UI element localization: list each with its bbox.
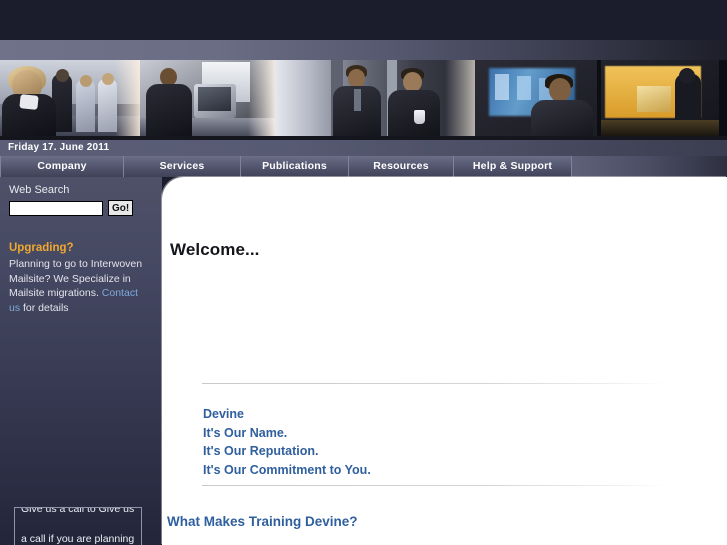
main-content-panel: Welcome... Devine It's Our Name. It's Ou… <box>162 177 727 545</box>
page-title: Welcome... <box>170 240 260 259</box>
banner-photo-man-at-monitor <box>140 60 275 136</box>
banner-photo-strip <box>0 60 727 136</box>
web-search-label: Web Search <box>9 184 70 196</box>
nav-item-resources[interactable]: Resources <box>349 156 454 177</box>
left-sidebar: Web Search Go! Upgrading? Planning to go… <box>0 177 162 545</box>
banner-image <box>0 40 727 140</box>
divider-bottom <box>202 485 667 486</box>
nav-item-services[interactable]: Services <box>124 156 241 177</box>
nav-item-help-and-support[interactable]: Help & Support <box>454 156 572 177</box>
nav-item-label: Resources <box>373 160 429 172</box>
tagline-line-1: Devine <box>203 407 244 421</box>
testimonial-box: Give us a call to Give us a call if you … <box>14 507 142 545</box>
nav-item-label: Company <box>37 160 87 172</box>
banner-photo-man-by-window <box>475 60 727 136</box>
testimonial-text: Give us a call to Give us a call if you … <box>15 507 141 545</box>
tagline-line-3: It's Our Reputation. <box>203 444 319 458</box>
date-bar: Friday 17. June 2011 <box>0 140 727 156</box>
tagline-line-4: It's Our Commitment to You. <box>203 462 371 477</box>
testimonial-clipped-line: Give us a call to Give us <box>21 507 135 515</box>
contact-us-tail: for details <box>20 301 69 314</box>
search-go-button[interactable]: Go! <box>108 200 134 216</box>
divider-top <box>202 383 667 384</box>
upgrading-heading: Upgrading? <box>9 242 74 254</box>
section-subheading: What Makes Training Devine? <box>167 514 358 529</box>
search-input[interactable] <box>9 200 103 216</box>
main-navigation: Company Services Publications Resources … <box>0 156 727 177</box>
tagline-line-2: It's Our Name. <box>203 425 288 440</box>
banner-photo-two-businessmen <box>275 60 475 136</box>
nav-item-label: Publications <box>262 160 327 172</box>
nav-item-label: Services <box>159 160 205 172</box>
testimonial-paragraph-1: a call if you are planning a project or … <box>21 533 135 545</box>
nav-item-publications[interactable]: Publications <box>241 156 349 177</box>
nav-item-company[interactable]: Company <box>0 156 124 177</box>
web-search-form: Go! <box>0 200 162 216</box>
page-top-strip <box>0 0 727 40</box>
banner-letterbox-top <box>0 40 727 60</box>
nav-item-label: Help & Support <box>472 160 553 172</box>
upgrading-body: Planning to go to Interwoven Mailsite? W… <box>9 257 151 315</box>
banner-photo-businesswoman <box>0 60 140 136</box>
upgrading-block: Upgrading? Planning to go to Interwoven … <box>0 242 162 315</box>
nav-filler <box>572 156 727 177</box>
tagline-block: Devine It's Our Name. It's Our Reputatio… <box>203 405 371 479</box>
